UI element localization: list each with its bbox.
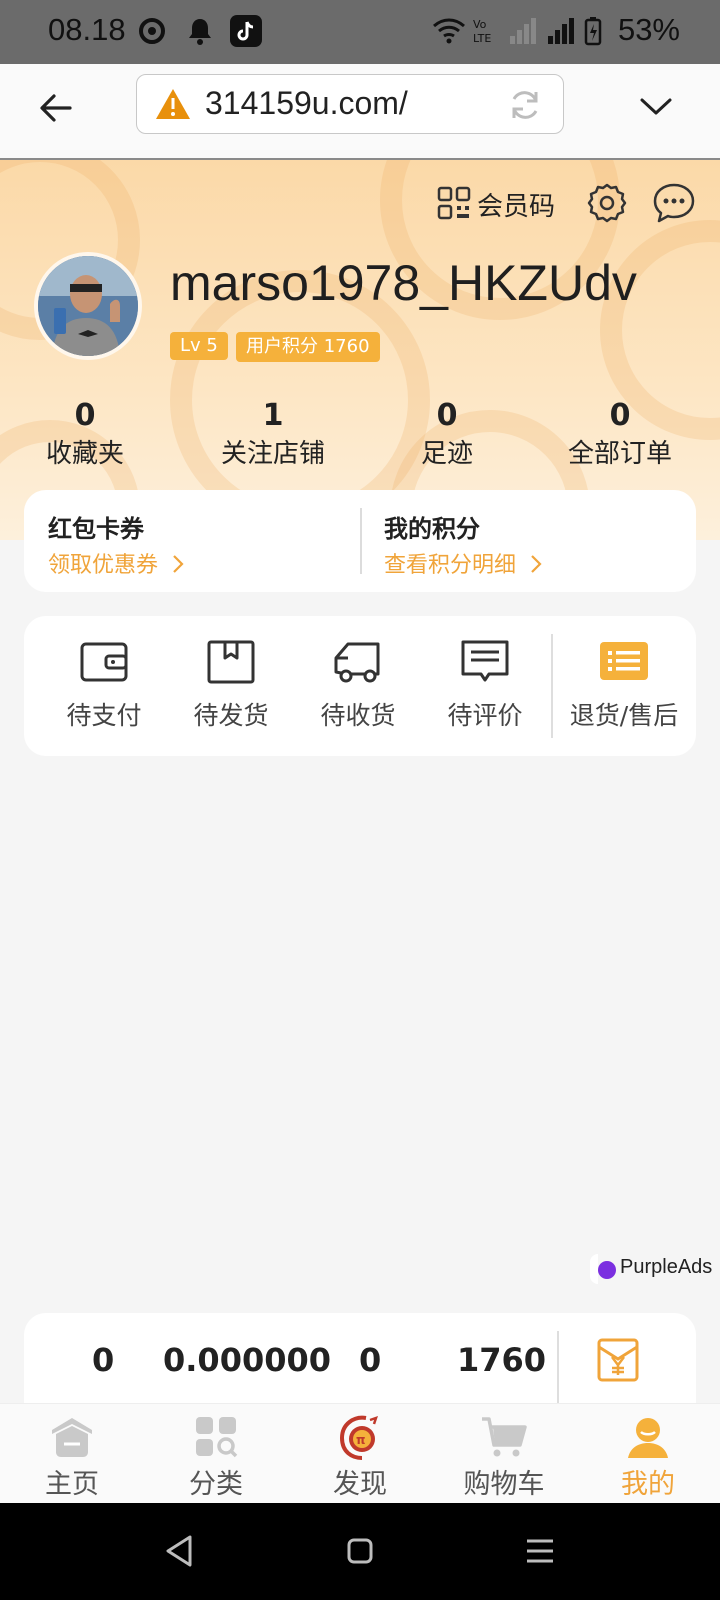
reload-icon[interactable] bbox=[507, 87, 543, 123]
tab-label: 主页 bbox=[45, 1469, 99, 1500]
nav-back-icon[interactable] bbox=[162, 1533, 198, 1569]
chevron-down-icon[interactable] bbox=[636, 86, 676, 126]
avatar[interactable] bbox=[34, 252, 142, 360]
comment-icon bbox=[461, 640, 509, 682]
tab-label: 购物车 bbox=[463, 1469, 545, 1500]
svg-text:π: π bbox=[356, 1433, 366, 1447]
status-time: 08.18 bbox=[48, 12, 126, 47]
cart-icon bbox=[482, 1417, 527, 1457]
order-label: 待评价 bbox=[447, 701, 523, 730]
nav-home-icon[interactable] bbox=[342, 1533, 378, 1569]
coupons-card: 红包卡券 领取优惠券 我的积分 查看积分明细 bbox=[24, 490, 696, 592]
username: marso1978_HKZUdv bbox=[170, 255, 637, 311]
user-icon bbox=[628, 1418, 668, 1458]
back-arrow-icon[interactable] bbox=[36, 88, 76, 128]
system-nav-bar bbox=[0, 1503, 720, 1600]
box-icon bbox=[207, 640, 255, 684]
stat-label: 收藏夹 bbox=[45, 439, 124, 469]
wallet-value[interactable]: 1760 bbox=[457, 1341, 546, 1379]
signal-empty-icon bbox=[510, 18, 536, 44]
stat-all-orders[interactable]: 0 全部订单 bbox=[540, 396, 700, 472]
profile-header: 会员码 marso1978_HKZUdv Lv 5 用户积分 1760 0 收藏… bbox=[0, 160, 720, 540]
order-pending-review[interactable]: 待评价 bbox=[426, 638, 544, 732]
chevron-right-icon bbox=[173, 555, 184, 573]
avatar-image bbox=[38, 256, 138, 356]
order-label: 退货/售后 bbox=[569, 701, 679, 730]
wallet-value[interactable]: 0 bbox=[92, 1341, 114, 1379]
stat-value: 0 bbox=[74, 398, 96, 433]
stat-label: 关注店铺 bbox=[220, 439, 325, 469]
orders-card: 待支付 待发货 待收货 待评价 退货/售后 bbox=[24, 616, 696, 756]
browser-url-bar: 314159u.com/ bbox=[0, 64, 720, 160]
stat-favorites[interactable]: 0 收藏夹 bbox=[5, 396, 165, 472]
order-pending-payment[interactable]: 待支付 bbox=[45, 638, 163, 732]
stat-followed-stores[interactable]: 1 关注店铺 bbox=[193, 396, 353, 472]
tab-home[interactable]: 主页 bbox=[17, 1414, 127, 1501]
tiktok-icon bbox=[230, 15, 262, 47]
stat-value: 0 bbox=[436, 398, 458, 433]
divider bbox=[360, 508, 362, 574]
tab-discover[interactable]: π 发现 bbox=[305, 1414, 415, 1501]
stat-value: 1 bbox=[262, 398, 284, 433]
gear-icon[interactable] bbox=[586, 182, 628, 224]
tab-label: 我的 bbox=[621, 1469, 675, 1500]
member-code-label: 会员码 bbox=[477, 192, 556, 222]
stat-label: 全部订单 bbox=[567, 439, 672, 469]
purpleads-label: PurpleAds bbox=[620, 1256, 713, 1278]
purpleads-badge[interactable]: PurpleAds bbox=[590, 1254, 712, 1284]
red-envelope-icon[interactable] bbox=[596, 1337, 640, 1383]
signal-ring-icon bbox=[139, 18, 165, 44]
wifi-icon bbox=[433, 18, 465, 44]
list-icon bbox=[600, 642, 648, 680]
nav-recents-icon[interactable] bbox=[522, 1533, 558, 1569]
points-title: 我的积分 bbox=[384, 515, 480, 543]
volte-icon: VoLTE bbox=[473, 18, 491, 45]
url-text[interactable]: 314159u.com/ bbox=[205, 85, 408, 122]
coupons-section[interactable]: 红包卡券 领取优惠券 bbox=[48, 512, 185, 582]
address-field[interactable]: 314159u.com/ bbox=[136, 74, 564, 134]
points-section[interactable]: 我的积分 查看积分明细 bbox=[384, 512, 543, 582]
discover-logo-icon: π bbox=[339, 1415, 378, 1460]
tab-cart[interactable]: 购物车 bbox=[449, 1414, 559, 1501]
battery-icon bbox=[584, 17, 602, 46]
qr-code-icon bbox=[437, 186, 471, 220]
tab-label: 分类 bbox=[189, 1469, 243, 1500]
wallet-icon bbox=[80, 642, 128, 682]
stat-footprints[interactable]: 0 足迹 bbox=[367, 396, 527, 472]
wallet-value[interactable]: 0 bbox=[359, 1341, 381, 1379]
points-detail-link[interactable]: 查看积分明细 bbox=[384, 550, 543, 582]
order-pending-shipment[interactable]: 待发货 bbox=[172, 638, 290, 732]
coupons-title: 红包卡券 bbox=[48, 515, 144, 543]
order-label: 待支付 bbox=[66, 701, 142, 730]
level-badge: Lv 5 bbox=[170, 332, 228, 360]
order-label: 待收货 bbox=[320, 701, 396, 730]
notification-bell-icon bbox=[189, 19, 211, 45]
battery-percent: 53% bbox=[617, 12, 680, 47]
points-badge: 用户积分 1760 bbox=[236, 332, 380, 362]
chevron-right-icon bbox=[531, 555, 542, 573]
svg-text:Vo: Vo bbox=[473, 18, 487, 31]
purpleads-logo-icon bbox=[598, 1261, 616, 1279]
tab-label: 发现 bbox=[333, 1469, 387, 1500]
claim-coupons-link[interactable]: 领取优惠券 bbox=[48, 550, 185, 582]
order-pending-receipt[interactable]: 待收货 bbox=[299, 638, 417, 732]
signal-icon bbox=[548, 18, 574, 44]
tab-mine[interactable]: 我的 bbox=[593, 1414, 703, 1501]
home-icon bbox=[52, 1418, 92, 1457]
category-icon bbox=[196, 1417, 238, 1458]
points-detail-label: 查看积分明细 bbox=[384, 553, 517, 578]
message-icon[interactable] bbox=[652, 182, 696, 224]
tab-category[interactable]: 分类 bbox=[161, 1414, 271, 1501]
order-returns-aftersales[interactable]: 退货/售后 bbox=[552, 638, 696, 732]
stat-label: 足迹 bbox=[420, 439, 473, 469]
order-label: 待发货 bbox=[193, 701, 269, 730]
truck-icon bbox=[334, 642, 380, 683]
claim-coupons-label: 领取优惠券 bbox=[48, 553, 159, 578]
bottom-tab-bar: 主页 分类 π 发现 购物车 我的 bbox=[0, 1403, 720, 1503]
stat-value: 0 bbox=[609, 398, 631, 433]
status-bar: 08.18 Vo LTE 53% bbox=[0, 0, 720, 64]
wallet-value[interactable]: 0.000000 bbox=[163, 1341, 331, 1379]
warning-icon[interactable] bbox=[155, 87, 191, 121]
svg-text:LTE: LTE bbox=[473, 32, 491, 45]
